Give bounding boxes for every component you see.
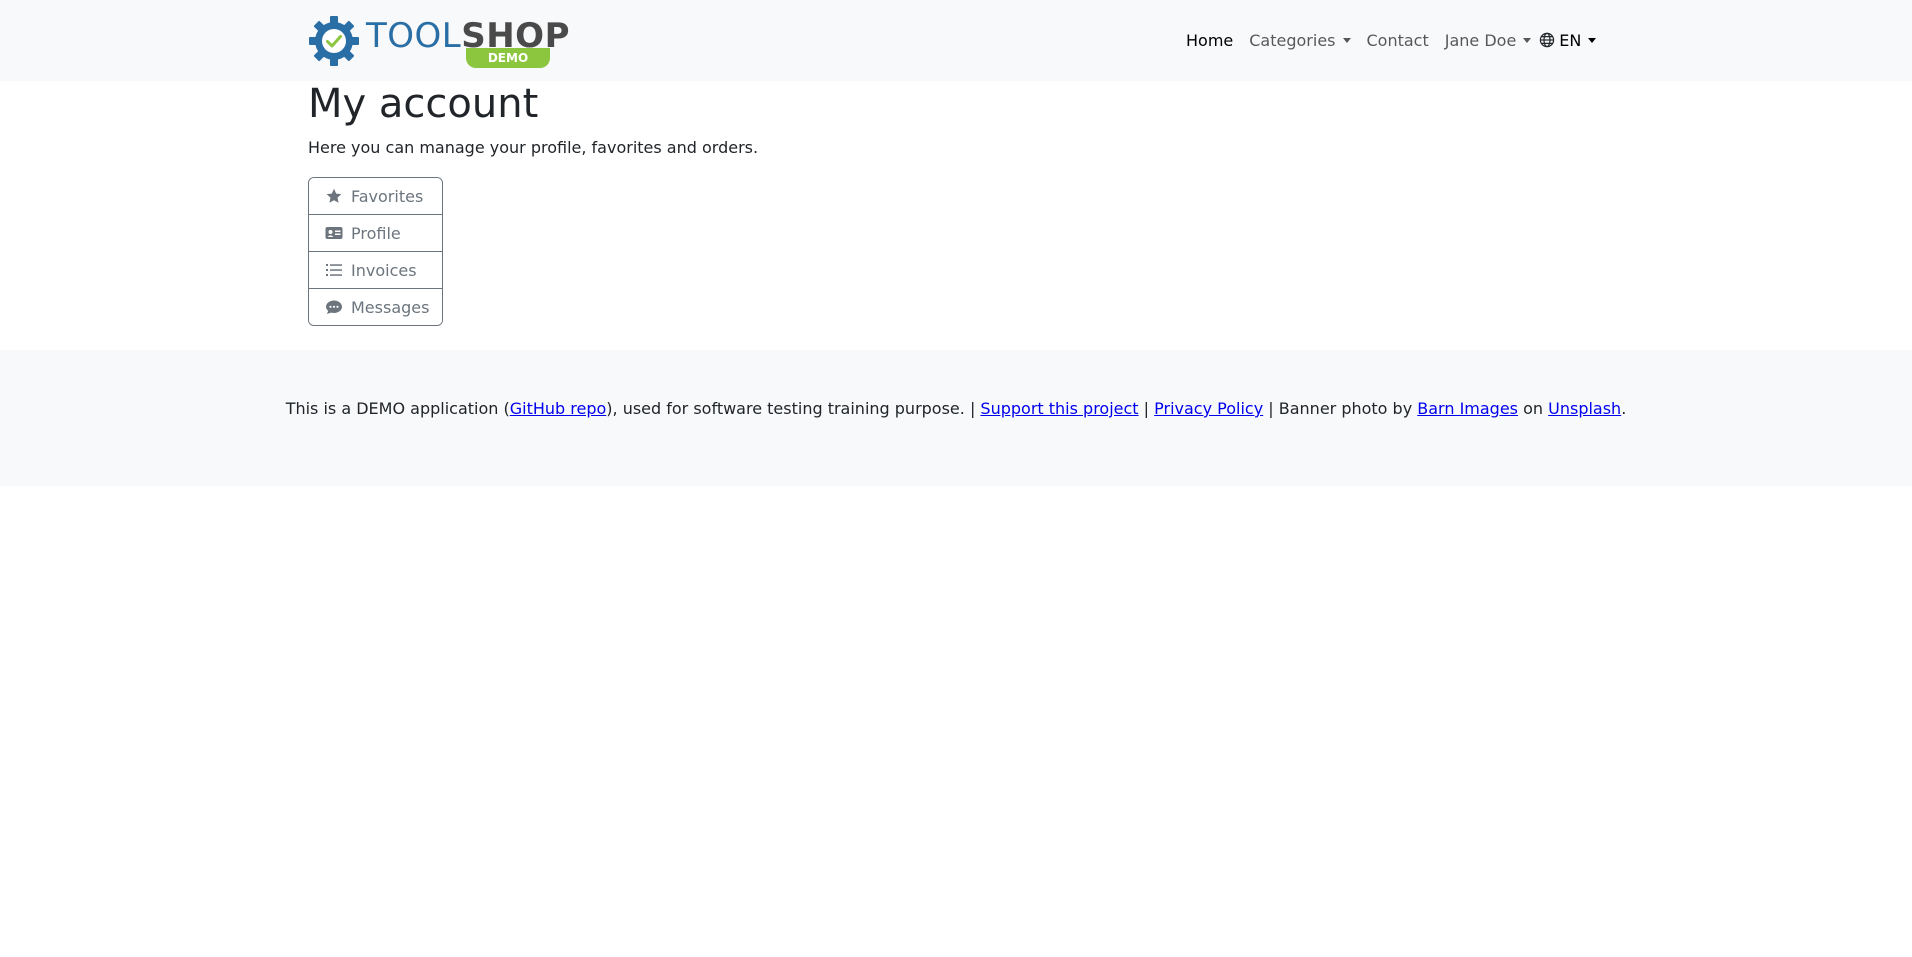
footer: This is a DEMO application (GitHub repo)…	[0, 350, 1912, 486]
chat-icon	[326, 300, 342, 314]
nav-user-label: Jane Doe	[1444, 30, 1517, 50]
logo-wordmark: TOOLSHOP DEMO	[366, 15, 570, 68]
account-menu-profile[interactable]: Profile	[309, 215, 442, 252]
account-menu-label: Invoices	[351, 260, 417, 280]
list-icon	[326, 264, 342, 276]
page-subtitle: Here you can manage your profile, favori…	[308, 138, 759, 157]
account-menu-invoices[interactable]: Invoices	[309, 252, 442, 289]
navbar: TOOLSHOP DEMO Home Categories Contact Ja…	[0, 0, 1912, 81]
account-menu-messages[interactable]: Messages	[309, 289, 442, 325]
nav-home-link[interactable]: Home	[1186, 31, 1233, 50]
account-menu-favorites[interactable]: Favorites	[309, 178, 442, 215]
footer-text-part: This is a DEMO application (	[285, 399, 510, 418]
account-menu-label: Profile	[351, 223, 401, 243]
gear-check-logo-icon	[309, 15, 359, 66]
toolshop-logo[interactable]: TOOLSHOP DEMO	[308, 13, 570, 68]
footer-text: This is a DEMO application (GitHub repo)…	[0, 398, 1912, 420]
privacy-policy-link[interactable]: Privacy Policy	[1154, 399, 1263, 418]
main-nav: Home Categories Contact Jane Doe EN	[1186, 29, 1612, 51]
nav-categories-dropdown[interactable]: Categories	[1249, 30, 1351, 50]
nav-user-dropdown[interactable]: Jane Doe	[1445, 31, 1532, 50]
star-icon	[326, 188, 342, 203]
globe-icon	[1540, 32, 1555, 47]
account-menu: Favorites Profile Invoices Messages	[308, 177, 443, 326]
nav-contact-link[interactable]: Contact	[1367, 31, 1429, 50]
nav-categories-label: Categories	[1249, 30, 1336, 50]
chevron-down-icon	[1523, 37, 1532, 43]
unsplash-link[interactable]: Unsplash	[1548, 399, 1621, 418]
account-menu-label: Messages	[351, 297, 430, 317]
support-project-link[interactable]: Support this project	[980, 399, 1138, 418]
footer-text-part: .	[1621, 399, 1627, 418]
footer-text-part: ), used for software testing training pu…	[606, 399, 981, 418]
nav-language-dropdown[interactable]: EN	[1539, 30, 1597, 50]
id-card-icon	[325, 227, 343, 239]
chevron-down-icon	[1588, 37, 1597, 43]
chevron-down-icon	[1342, 37, 1351, 43]
account-menu-label: Favorites	[351, 186, 424, 206]
footer-text-part: | Banner photo by	[1263, 399, 1418, 418]
nav-language-label: EN	[1559, 30, 1582, 50]
github-repo-link[interactable]: GitHub repo	[510, 399, 607, 418]
footer-text-part: on	[1518, 399, 1549, 418]
logo-demo-badge: DEMO	[466, 47, 550, 68]
barn-images-link[interactable]: Barn Images	[1417, 399, 1518, 418]
page-title: My account	[308, 81, 539, 127]
logo-word-tool: TOOL	[366, 15, 462, 56]
footer-text-part: |	[1138, 399, 1155, 418]
